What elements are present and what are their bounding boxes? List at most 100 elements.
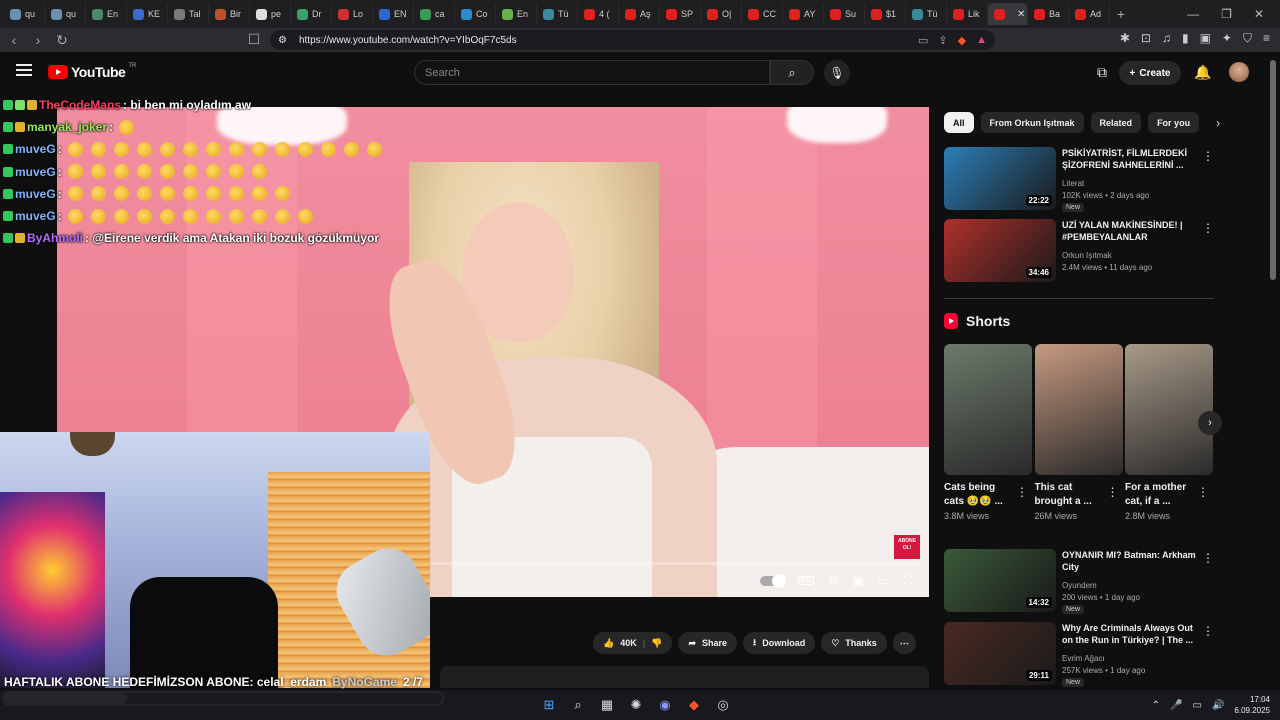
video-title[interactable]: UZİ YALAN MAKİNESİNDE! | #PEMBEYALANLAR xyxy=(1062,219,1200,243)
browser-tab[interactable]: qu xyxy=(4,3,45,25)
browser-tab[interactable]: $1 xyxy=(865,3,906,25)
page-scrollbar[interactable] xyxy=(1270,60,1276,280)
discord-icon[interactable]: ◉ xyxy=(656,696,674,714)
create-button[interactable]: + Create xyxy=(1119,61,1181,85)
browser-tab[interactable]: ca xyxy=(414,3,455,25)
account-avatar[interactable] xyxy=(1229,62,1249,82)
like-button[interactable]: 👍 40K | 👎 xyxy=(593,632,673,654)
guide-menu-icon[interactable] xyxy=(16,64,32,79)
more-options-icon[interactable]: ⋮ xyxy=(1202,221,1214,235)
browser-tab[interactable]: SP xyxy=(660,3,701,25)
share-page-icon[interactable]: ⇪ xyxy=(938,34,947,47)
more-options-icon[interactable]: ⋮ xyxy=(1202,624,1214,638)
tab-close-icon[interactable]: ✕ xyxy=(1017,9,1025,20)
channel-name[interactable]: Oyundem xyxy=(1062,581,1097,590)
browser-tab[interactable]: Lo xyxy=(332,3,373,25)
browser-tab[interactable]: pe xyxy=(250,3,291,25)
browser-tab[interactable]: Lik xyxy=(947,3,988,25)
search-icon[interactable]: ⌕ xyxy=(569,696,587,714)
short-card[interactable]: This cat brought a ... 26M views ⋮ xyxy=(1034,344,1123,521)
subtitles-icon[interactable]: CC xyxy=(798,576,815,585)
recommended-video[interactable]: 29:11 Why Are Criminals Always Out on the… xyxy=(944,622,1214,687)
more-options-icon[interactable]: ⋮ xyxy=(1202,149,1214,163)
download-button[interactable]: ⭳ Download xyxy=(743,632,816,654)
voice-search-button[interactable]: 🎙 xyxy=(824,60,850,86)
filter-chip[interactable]: For you xyxy=(1148,112,1200,133)
new-tab-icon[interactable]: + xyxy=(1110,6,1132,22)
browser-tab[interactable]: CC xyxy=(742,3,783,25)
miniplayer-icon[interactable]: ▣ xyxy=(853,574,864,588)
url-field[interactable]: ⚙ https://www.youtube.com/watch?v=YIbOqF… xyxy=(270,30,995,50)
browser-tab[interactable]: Dr xyxy=(291,3,332,25)
short-card[interactable]: Cats being cats 🥹🥹 ... 3.8M views ⋮ xyxy=(944,344,1032,521)
browser-tab[interactable]: Tü xyxy=(537,3,578,25)
forward-icon[interactable]: › xyxy=(28,32,48,49)
tray-overflow-icon[interactable]: ⌃ xyxy=(1152,700,1160,711)
browser-tab[interactable]: ✕ xyxy=(988,3,1028,25)
browser-tab[interactable]: O| xyxy=(701,3,742,25)
youtube-logo[interactable]: YouTube TR xyxy=(48,63,136,80)
video-title[interactable]: PSİKİYATRİST, FİLMLERDEKİ ŞİZOFRENİ SAHN… xyxy=(1062,147,1200,171)
volume-icon[interactable]: 🔊 xyxy=(1212,700,1224,711)
description-box[interactable] xyxy=(440,666,929,688)
site-settings-icon[interactable]: ⚙ xyxy=(278,35,287,46)
brave-rewards-icon[interactable]: ▲ xyxy=(976,34,987,47)
media-icon[interactable]: ♫ xyxy=(1162,31,1171,46)
more-options-icon[interactable]: ⋮ xyxy=(1202,551,1214,565)
more-options-icon[interactable]: ⋮ xyxy=(1107,485,1119,499)
filter-chip[interactable]: All xyxy=(944,112,974,133)
extensions-icon[interactable]: ✱ xyxy=(1120,31,1130,46)
autoplay-toggle[interactable] xyxy=(760,573,787,588)
chevron-right-icon[interactable]: › xyxy=(1216,116,1220,130)
video-thumbnail[interactable]: 22:22 xyxy=(944,147,1056,210)
recommended-video[interactable]: 22:22 PSİKİYATRİST, FİLMLERDEKİ ŞİZOFRENİ… xyxy=(944,147,1214,212)
obs-icon[interactable]: ◎ xyxy=(714,696,732,714)
sidebar-icon[interactable]: ▮ xyxy=(1182,31,1189,46)
browser-tab[interactable]: Aş xyxy=(619,3,660,25)
video-thumbnail[interactable]: 14:32 xyxy=(944,549,1056,612)
short-title[interactable]: Cats being cats 🥹🥹 ... xyxy=(944,481,1016,509)
browser-tab[interactable]: En xyxy=(496,3,537,25)
video-thumbnail[interactable]: 29:11 xyxy=(944,622,1056,685)
browser-tab[interactable]: En xyxy=(86,3,127,25)
more-options-icon[interactable]: ⋮ xyxy=(1016,485,1028,499)
mic-tray-icon[interactable]: 🎤 xyxy=(1170,700,1182,711)
browser-tab[interactable]: AY xyxy=(783,3,824,25)
install-icon[interactable]: ▭ xyxy=(918,34,928,47)
browser-tab[interactable]: Tü xyxy=(906,3,947,25)
more-actions-button[interactable]: ⋯ xyxy=(892,632,916,654)
short-thumbnail[interactable] xyxy=(1125,344,1213,475)
vpn-icon[interactable]: ⛉ xyxy=(1243,31,1252,46)
video-title[interactable]: OYNANIR MI? Batman: Arkham City xyxy=(1062,549,1200,573)
fullscreen-icon[interactable]: ⛶ xyxy=(904,573,912,588)
browser-tab[interactable]: Ba xyxy=(1028,3,1069,25)
channel-name[interactable]: Orkun Işıtmak xyxy=(1062,251,1112,260)
display-icon[interactable]: ▭ xyxy=(1193,700,1202,711)
video-title[interactable]: Why Are Criminals Always Out on the Run … xyxy=(1062,622,1200,646)
share-button[interactable]: ➦ Share xyxy=(678,632,738,654)
browser-tab[interactable]: Tal xyxy=(168,3,209,25)
reload-icon[interactable]: ↻ xyxy=(52,32,72,49)
close-window-icon[interactable]: ✕ xyxy=(1254,7,1264,21)
browser-tab[interactable]: KE xyxy=(127,3,168,25)
browser-tab[interactable]: 4 ( xyxy=(578,3,619,25)
short-thumbnail[interactable] xyxy=(1034,344,1123,475)
theater-mode-icon[interactable]: ▭ xyxy=(878,574,889,588)
browser-tab[interactable]: qu xyxy=(45,3,86,25)
browser-tab[interactable]: Ad xyxy=(1069,3,1110,25)
browser-tab[interactable]: Su xyxy=(824,3,865,25)
brave-icon[interactable]: ◆ xyxy=(685,696,703,714)
bookmark-icon[interactable]: ☐ xyxy=(244,31,264,48)
wallet-icon[interactable]: ▣ xyxy=(1200,31,1211,46)
search-input[interactable]: Search xyxy=(414,60,770,85)
filter-chip[interactable]: From Orkun Işıtmak xyxy=(980,112,1084,133)
short-card[interactable]: For a mother cat, if a ... 2.8M views ⋮ xyxy=(1125,344,1213,521)
file-explorer-icon[interactable]: ▦ xyxy=(598,696,616,714)
browser-tab[interactable]: EN xyxy=(373,3,414,25)
menu-icon[interactable]: ≡ xyxy=(1263,31,1270,46)
filter-chip[interactable]: Related xyxy=(1090,112,1142,133)
notifications-icon[interactable]: 🔔 xyxy=(1194,64,1211,81)
more-options-icon[interactable]: ⋮ xyxy=(1197,485,1209,499)
restore-icon[interactable]: ❐ xyxy=(1221,7,1232,21)
thanks-button[interactable]: ♡ Thanks xyxy=(821,632,887,654)
